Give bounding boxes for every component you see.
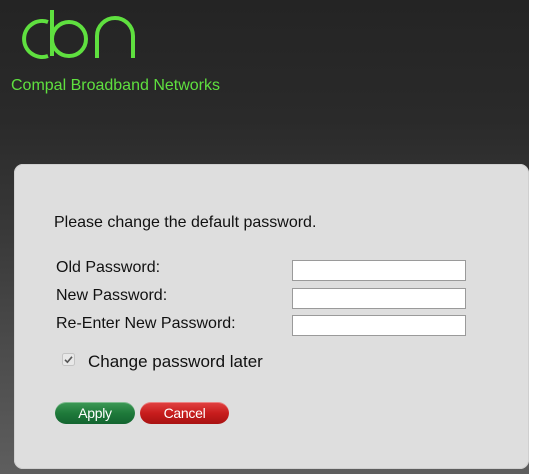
reenter-password-label: Re-Enter New Password: xyxy=(56,315,236,332)
page-edge xyxy=(529,0,533,474)
change-later-checkbox[interactable] xyxy=(62,353,75,366)
old-password-input[interactable] xyxy=(292,260,466,281)
old-password-label: Old Password: xyxy=(56,259,161,276)
new-password-input[interactable] xyxy=(292,288,466,309)
cbn-logo xyxy=(22,10,135,59)
brand-tagline: Compal Broadband Networks xyxy=(11,77,220,94)
reenter-password-input[interactable] xyxy=(292,315,466,336)
cancel-button[interactable]: Cancel xyxy=(140,402,229,424)
change-later-label: Change password later xyxy=(88,352,263,371)
change-password-message: Please change the default password. xyxy=(54,214,317,231)
apply-button[interactable]: Apply xyxy=(55,402,135,424)
new-password-label: New Password: xyxy=(56,287,168,304)
